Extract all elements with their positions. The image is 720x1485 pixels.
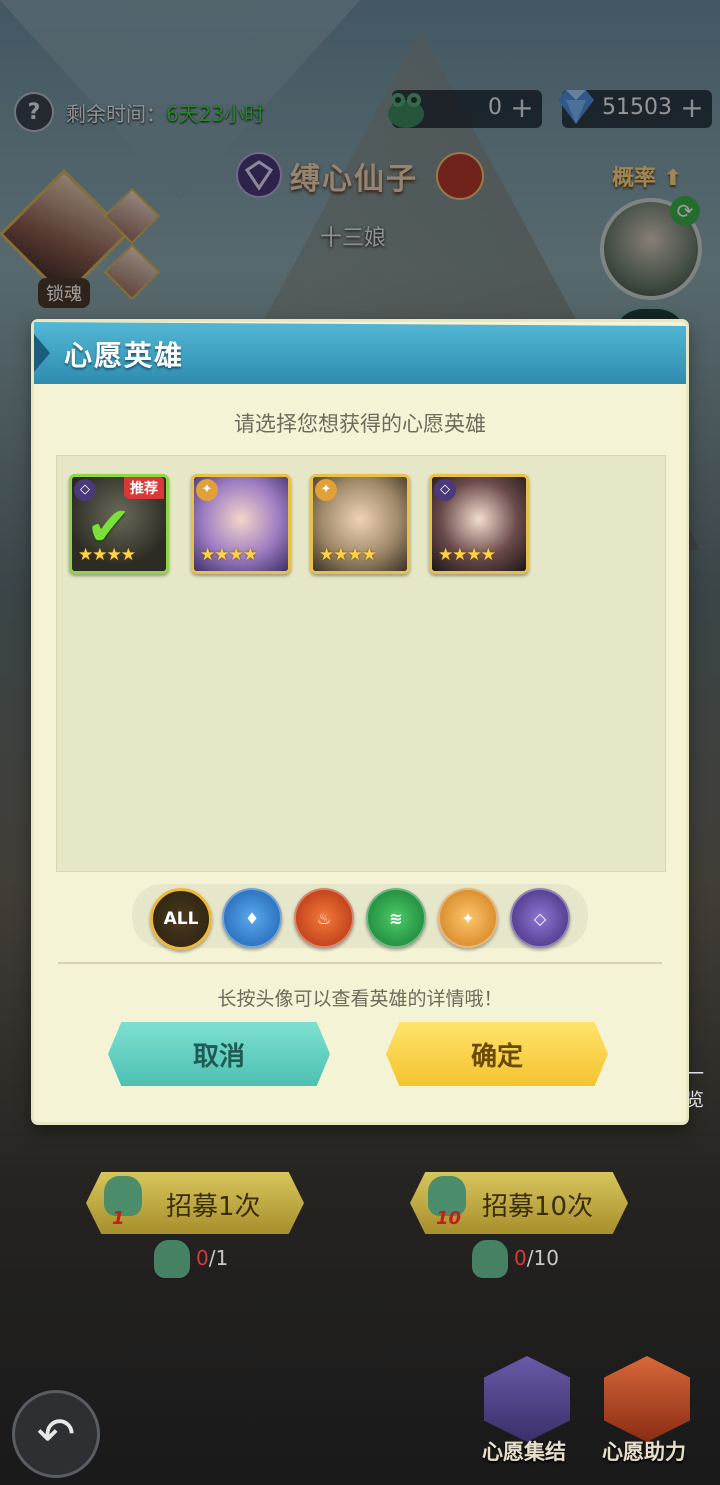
recruit-ten-label: 招募10次 <box>482 1192 594 1222</box>
filter-all-button[interactable]: ALL <box>150 888 212 950</box>
confirm-button[interactable]: 确定 <box>386 1022 608 1086</box>
filter-wind-button[interactable]: ≋ <box>366 888 426 948</box>
filter-light-button[interactable]: ✦ <box>438 888 498 948</box>
wish-gather-label: 心愿集结 <box>482 1440 566 1464</box>
dialog-title: 心愿英雄 <box>64 339 185 372</box>
wish-help-label: 心愿助力 <box>602 1440 686 1464</box>
recruit-once-button[interactable]: 1 招募1次 <box>86 1172 304 1234</box>
fire-element-icon: ♨ <box>316 908 332 928</box>
filter-void-button[interactable]: ◇ <box>510 888 570 948</box>
recruit-ten-cost: 0/10 <box>514 1246 559 1270</box>
back-button[interactable]: ↶ <box>12 1390 100 1478</box>
star-rating: ★★★★ <box>78 545 136 565</box>
back-arrow-icon: ↶ <box>36 1407 76 1461</box>
recruit-ten-count: 10 <box>436 1208 462 1229</box>
wind-element-icon: ≋ <box>389 908 403 928</box>
light-element-icon: ✦ <box>196 479 218 501</box>
hero-card-1[interactable]: ◇ 推荐 ✔ ★★★★ <box>69 474 169 574</box>
light-element-icon: ✦ <box>461 908 475 928</box>
recruit-once-label: 招募1次 <box>166 1192 261 1222</box>
star-rating: ★★★★ <box>200 545 258 565</box>
side-overview-label[interactable]: 一览 <box>686 1060 720 1112</box>
long-press-hint: 长按头像可以查看英雄的详情哦！ <box>217 988 503 1010</box>
void-element-icon: ◇ <box>434 479 456 501</box>
filter-all-label: ALL <box>163 909 199 929</box>
dialog-header: 心愿英雄 <box>34 322 686 384</box>
cost-have: 0 <box>196 1246 209 1270</box>
cost-need: /1 <box>208 1246 229 1270</box>
cost-need: /10 <box>526 1246 559 1270</box>
cost-have: 0 <box>514 1246 527 1270</box>
element-filter-bar: ALL ♦ ♨ ≋ ✦ ◇ <box>132 884 588 950</box>
filter-water-button[interactable]: ♦ <box>222 888 282 948</box>
jade-toad-icon <box>154 1240 190 1278</box>
recruit-once-cost: 0/1 <box>196 1246 228 1270</box>
void-element-icon: ◇ <box>533 908 547 928</box>
hero-card-4[interactable]: ◇ ★★★★ <box>429 474 529 574</box>
hero-card-3[interactable]: ✦ ★★★★ <box>310 474 410 574</box>
dialog-prompt: 请选择您想获得的心愿英雄 <box>234 412 486 436</box>
recruit-ten-button[interactable]: 10 招募10次 <box>410 1172 628 1234</box>
divider <box>58 962 662 964</box>
star-rating: ★★★★ <box>438 545 496 565</box>
header-arrow-decoration <box>34 334 50 372</box>
light-element-icon: ✦ <box>315 479 337 501</box>
star-rating: ★★★★ <box>319 545 377 565</box>
filter-fire-button[interactable]: ♨ <box>294 888 354 948</box>
hero-grid: ◇ 推荐 ✔ ★★★★ ✦ ★★★★ ✦ ★★★★ ◇ ★★★★ <box>56 455 666 872</box>
recruit-once-count: 1 <box>112 1208 125 1229</box>
water-element-icon: ♦ <box>244 908 260 928</box>
hero-card-2[interactable]: ✦ ★★★★ <box>191 474 291 574</box>
cancel-button[interactable]: 取消 <box>108 1022 330 1086</box>
jade-toad-icon <box>472 1240 508 1278</box>
wish-hero-dialog: 心愿英雄 请选择您想获得的心愿英雄 ◇ 推荐 ✔ ★★★★ ✦ ★★★★ ✦ ★… <box>34 322 686 1122</box>
